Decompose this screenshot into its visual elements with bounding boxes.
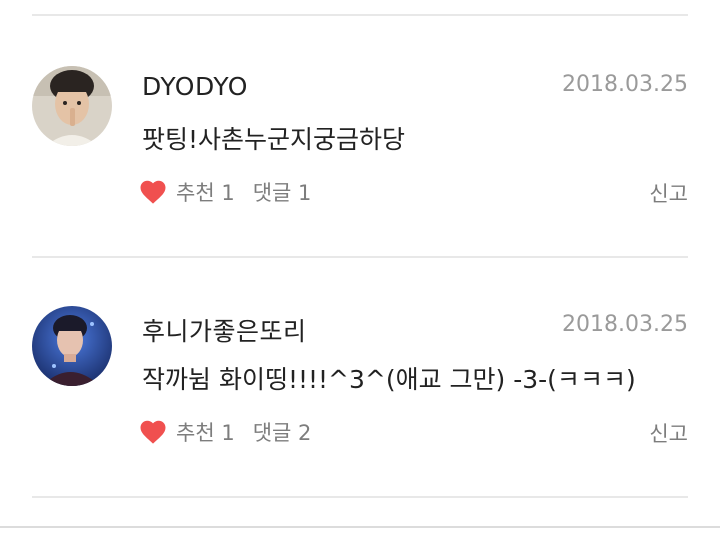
- comment-author: 후니가좋은또리: [142, 317, 307, 346]
- comment-divider: [32, 496, 688, 498]
- bottom-divider: [0, 526, 720, 528]
- heart-icon[interactable]: [138, 417, 168, 447]
- avatar[interactable]: [32, 66, 112, 146]
- comment-text: 팟팅!사촌누군지궁금하당: [142, 125, 406, 154]
- comment-list-page: DYODYO 2018.03.25 팟팅!사촌누군지궁금하당 추천 1 댓글 1…: [0, 0, 720, 540]
- comment-item: 후니가좋은또리 2018.03.25 작까뉨 화이띵!!!!^3^(애교 그만)…: [0, 306, 720, 540]
- like-count[interactable]: 추천 1: [176, 177, 235, 207]
- avatar-image: [32, 66, 112, 146]
- avatar[interactable]: [32, 306, 112, 386]
- top-divider: [32, 14, 688, 16]
- heart-icon[interactable]: [138, 177, 168, 207]
- comment-item: DYODYO 2018.03.25 팟팅!사촌누군지궁금하당 추천 1 댓글 1…: [0, 66, 720, 304]
- comment-author: DYODYO: [142, 72, 248, 101]
- reply-count[interactable]: 댓글 2: [253, 417, 312, 447]
- comment-date: 2018.03.25: [562, 72, 688, 97]
- comment-actions: 추천 1 댓글 1: [138, 177, 311, 207]
- comment-text: 작까뉨 화이띵!!!!^3^(애교 그만) -3-(ㅋㅋㅋ): [142, 365, 636, 394]
- comment-actions: 추천 1 댓글 2: [138, 417, 311, 447]
- like-count[interactable]: 추천 1: [176, 417, 235, 447]
- report-button[interactable]: 신고: [649, 178, 688, 208]
- comment-date: 2018.03.25: [562, 312, 688, 337]
- avatar-image: [32, 306, 112, 386]
- comment-divider: [32, 256, 688, 258]
- reply-count[interactable]: 댓글 1: [253, 177, 312, 207]
- report-button[interactable]: 신고: [649, 418, 688, 448]
